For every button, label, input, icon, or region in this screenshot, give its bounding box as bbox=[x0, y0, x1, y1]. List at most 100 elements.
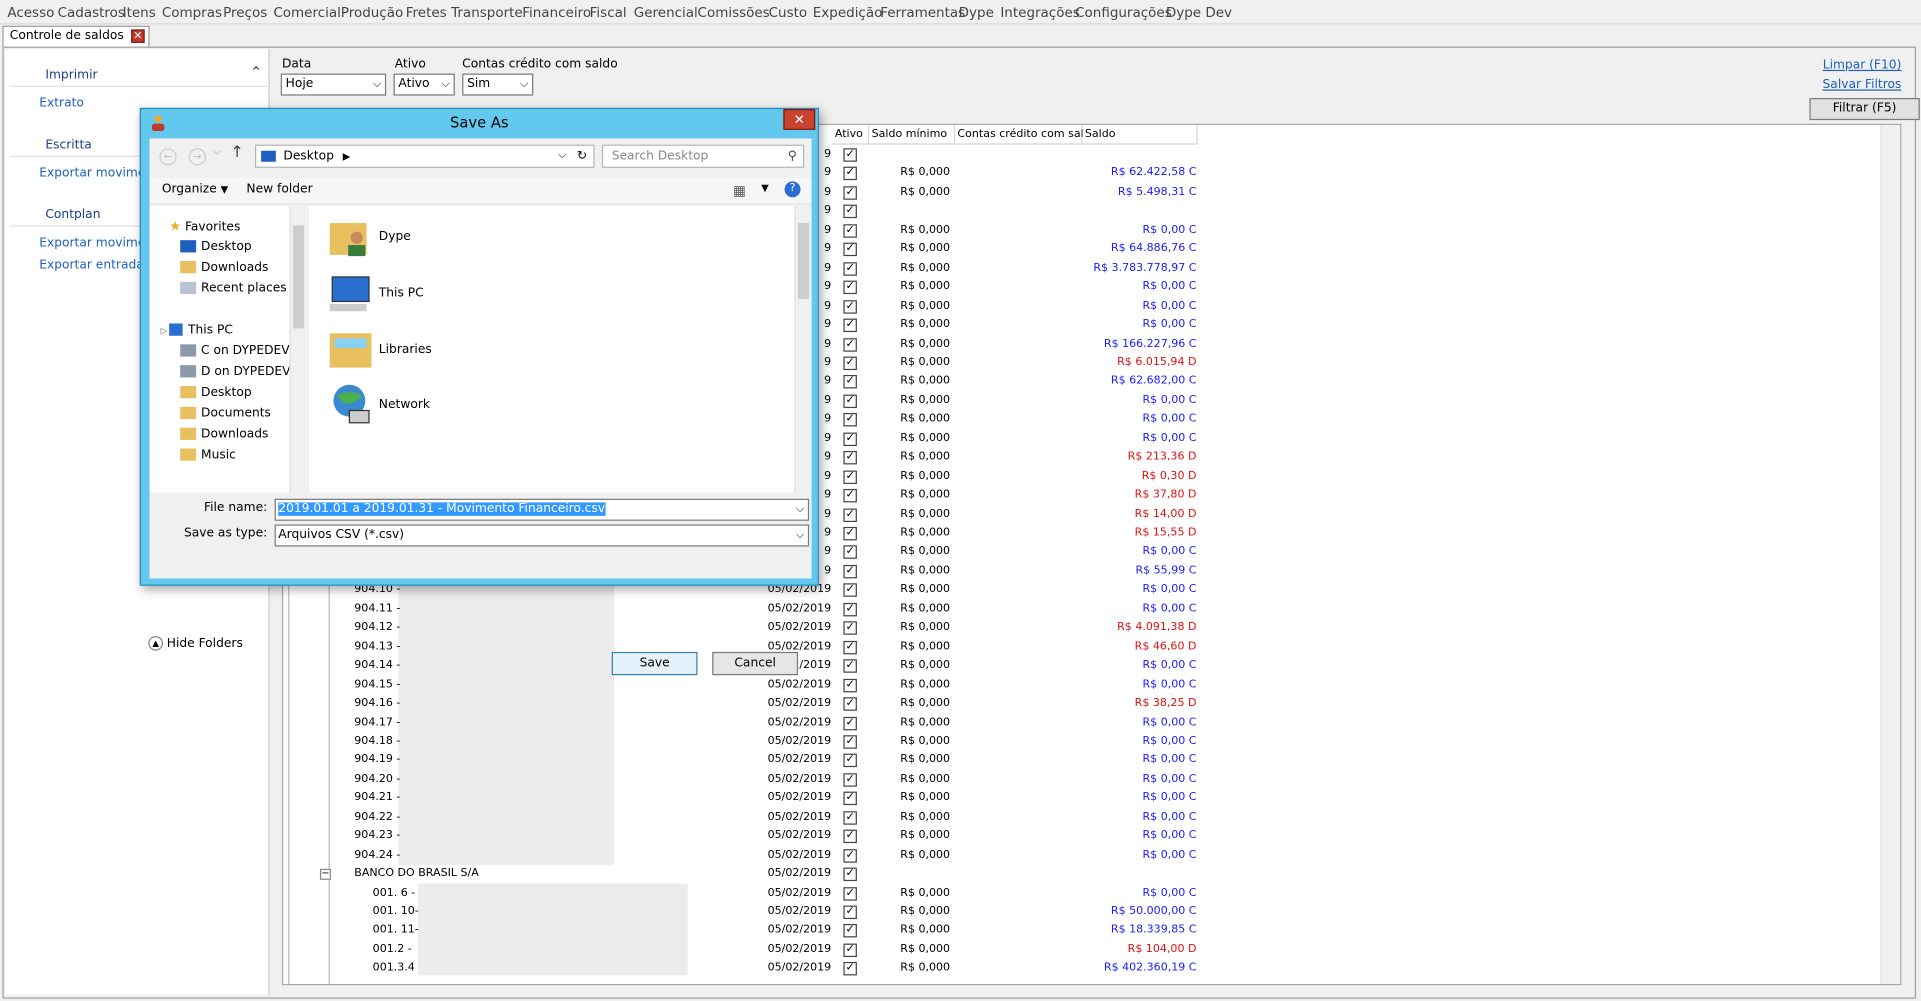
nav-downloads[interactable]: Downloads bbox=[180, 261, 268, 274]
ativo-checkbox[interactable]: ✓ bbox=[843, 318, 857, 333]
close-icon[interactable]: ✕ bbox=[131, 29, 145, 43]
table-row[interactable]: 001. 11- 05/02/2019 ✓ R$ 0,000 R$ 18.339,85 … bbox=[283, 922, 1900, 940]
collapse-icon[interactable]: − bbox=[319, 868, 331, 880]
recent-locations-chevron-icon[interactable]: ⌵ bbox=[213, 146, 220, 158]
ativo-checkbox[interactable]: ✓ bbox=[843, 223, 857, 238]
hide-folders-button[interactable]: ▲ Hide Folders bbox=[148, 635, 243, 651]
salvar-filtros-link[interactable]: Salvar Filtros bbox=[1823, 78, 1902, 91]
menu-item-5[interactable]: Comercial bbox=[273, 5, 341, 21]
menu-item-1[interactable]: Cadastros bbox=[58, 5, 125, 21]
help-icon[interactable]: ? bbox=[784, 181, 801, 198]
ativo-checkbox[interactable]: ✓ bbox=[843, 470, 857, 484]
nav-music[interactable]: Music bbox=[180, 448, 236, 462]
ativo-checkbox[interactable]: ✓ bbox=[843, 356, 857, 370]
close-icon[interactable]: ✕ bbox=[783, 109, 816, 130]
ativo-checkbox[interactable]: ✓ bbox=[843, 621, 857, 636]
table-row[interactable]: 904.15 - 05/02/2019 ✓ R$ 0,000 R$ 0,00 C bbox=[283, 676, 1900, 694]
forward-arrow-icon[interactable]: → bbox=[188, 148, 206, 166]
chevron-down-icon[interactable]: ⌵ bbox=[558, 146, 566, 167]
table-row[interactable]: 904.24 - 05/02/2019 ✓ R$ 0,000 R$ 0,00 C bbox=[283, 846, 1900, 864]
organize-button[interactable]: Organize ▼ bbox=[162, 183, 228, 196]
ativo-checkbox[interactable]: ✓ bbox=[843, 489, 857, 503]
table-row[interactable]: BANCO DO BRASIL S/A − 05/02/2019 ✓ bbox=[283, 865, 1900, 883]
ativo-checkbox[interactable]: ✓ bbox=[843, 678, 857, 692]
scroll-thumb[interactable] bbox=[292, 225, 305, 329]
menu-item-6[interactable]: Produção bbox=[341, 5, 403, 21]
table-row[interactable]: 904.23 - 05/02/2019 ✓ R$ 0,000 R$ 0,00 C bbox=[283, 827, 1900, 845]
menu-item-3[interactable]: Compras bbox=[162, 5, 222, 21]
ativo-checkbox[interactable]: ✓ bbox=[843, 848, 857, 863]
menu-item-4[interactable]: Preços bbox=[223, 5, 267, 21]
menu-item-7[interactable]: Fretes bbox=[406, 5, 447, 21]
ativo-checkbox[interactable]: ✓ bbox=[843, 867, 857, 882]
ativo-checkbox[interactable]: ✓ bbox=[843, 962, 857, 976]
menu-item-19[interactable]: Dype Dev bbox=[1166, 5, 1232, 21]
ativo-checkbox[interactable]: ✓ bbox=[843, 943, 857, 957]
table-row[interactable]: 904.17 - 05/02/2019 ✓ R$ 0,000 R$ 0,00 C bbox=[283, 714, 1900, 732]
col-ativo[interactable]: Ativo bbox=[832, 124, 870, 145]
nav-drive-c[interactable]: C on DYPEDEV23 bbox=[180, 344, 305, 358]
tab-controle-de-saldos[interactable]: Controle de saldos ✕ bbox=[2, 25, 150, 47]
search-icon[interactable]: ⚲ bbox=[788, 146, 797, 167]
table-row[interactable]: 904.13 -05/02/2019 ✓ R$ 0,000 R$ 46,60 D bbox=[283, 638, 1900, 656]
ativo-checkbox[interactable]: ✓ bbox=[843, 697, 857, 711]
ativo-checkbox[interactable]: ✓ bbox=[843, 261, 857, 276]
scroll-thumb[interactable] bbox=[798, 223, 810, 299]
link-exportar-movimento-contplan[interactable]: Exportar movimento bbox=[39, 237, 142, 250]
files-pane-scrollbar[interactable] bbox=[794, 205, 812, 493]
table-row[interactable]: 904.11 - 05/02/2019 ✓ R$ 0,000 R$ 0,00 C bbox=[283, 600, 1900, 618]
ativo-checkbox[interactable]: ✓ bbox=[843, 716, 857, 730]
ativo-checkbox[interactable]: ✓ bbox=[843, 754, 857, 768]
file-name-input[interactable]: 2019.01.01 a 2019.01.31 - Movimento Fina… bbox=[274, 498, 810, 521]
ativo-checkbox[interactable]: ✓ bbox=[843, 791, 857, 806]
ativo-checkbox[interactable]: ✓ bbox=[843, 413, 857, 427]
ativo-checkbox[interactable]: ✓ bbox=[843, 583, 857, 598]
refresh-icon[interactable]: ↻ bbox=[577, 146, 587, 167]
up-arrow-icon[interactable]: ↑ bbox=[230, 143, 243, 161]
link-exportar-entradas[interactable]: Exportar entradas a bbox=[39, 259, 142, 272]
chevron-down-icon[interactable]: ▼ bbox=[761, 183, 769, 194]
nav-this-pc[interactable]: ▷ This PC bbox=[161, 323, 233, 337]
menu-item-13[interactable]: Custo bbox=[769, 5, 808, 21]
menu-item-0[interactable]: Acesso bbox=[7, 5, 54, 21]
contas-select[interactable]: Sim ⌵ bbox=[462, 73, 534, 96]
data-select[interactable]: Hoje ⌵ bbox=[280, 73, 387, 96]
table-row[interactable]: 001.3.4 05/02/2019 ✓ R$ 0,000 R$ 402.360,19 … bbox=[283, 960, 1900, 978]
ativo-checkbox[interactable]: ✓ bbox=[843, 205, 857, 219]
link-exportar-movimento-escritta[interactable]: Exportar movimento bbox=[39, 167, 142, 180]
ativo-checkbox[interactable]: ✓ bbox=[843, 507, 857, 522]
search-input[interactable]: Search Desktop ⚲ bbox=[601, 144, 805, 168]
menu-item-9[interactable]: Financeiro bbox=[522, 5, 591, 21]
chevron-down-icon[interactable]: ⌵ bbox=[796, 500, 804, 520]
col-saldo[interactable]: Saldo bbox=[1082, 124, 1198, 145]
table-row[interactable]: 904.14 -05/02/2019 ✓ R$ 0,000 R$ 0,00 C bbox=[283, 657, 1900, 675]
back-arrow-icon[interactable]: ← bbox=[159, 148, 177, 166]
chevron-right-icon[interactable]: ▷ bbox=[161, 326, 168, 336]
table-row[interactable]: 001.2 - 05/02/2019 ✓ R$ 0,000 R$ 104,00 D bbox=[283, 941, 1900, 959]
ativo-checkbox[interactable]: ✓ bbox=[843, 432, 857, 446]
ativo-checkbox[interactable]: ✓ bbox=[843, 337, 857, 352]
nav-recent-places[interactable]: Recent places bbox=[180, 281, 287, 295]
group-imprimir[interactable]: Imprimir ⌃ bbox=[15, 64, 268, 86]
table-row[interactable]: 904.12 - 05/02/2019 ✓ R$ 0,000 R$ 4.091,38 D bbox=[283, 619, 1900, 637]
menu-item-2[interactable]: Itens bbox=[123, 5, 156, 21]
menu-item-11[interactable]: Gerencial bbox=[634, 5, 698, 21]
ativo-checkbox[interactable]: ✓ bbox=[843, 394, 857, 408]
ativo-checkbox[interactable]: ✓ bbox=[843, 886, 857, 901]
table-row[interactable]: 904.19 - 05/02/2019 ✓ R$ 0,000 R$ 0,00 C bbox=[283, 752, 1900, 770]
ativo-checkbox[interactable]: ✓ bbox=[843, 186, 857, 200]
nav-documents[interactable]: Documents bbox=[180, 406, 271, 420]
ativo-checkbox[interactable]: ✓ bbox=[843, 829, 857, 844]
ativo-checkbox[interactable]: ✓ bbox=[843, 526, 857, 541]
ativo-checkbox[interactable]: ✓ bbox=[843, 545, 857, 560]
ativo-checkbox[interactable]: ✓ bbox=[843, 924, 857, 938]
menu-item-14[interactable]: Expedição bbox=[813, 5, 883, 21]
col-contas-credito[interactable]: Contas crédito com saldo bbox=[954, 124, 1097, 145]
table-row[interactable]: 904.20 - 05/02/2019 ✓ R$ 0,000 R$ 0,00 C bbox=[283, 771, 1900, 789]
table-row[interactable]: 904.18 - 05/02/2019 ✓ R$ 0,000 R$ 0,00 C bbox=[283, 733, 1900, 751]
ativo-checkbox[interactable]: ✓ bbox=[843, 451, 857, 465]
ativo-checkbox[interactable]: ✓ bbox=[843, 905, 857, 920]
ativo-checkbox[interactable]: ✓ bbox=[843, 564, 857, 579]
cancel-button[interactable]: Cancel bbox=[712, 651, 799, 676]
ativo-checkbox[interactable]: ✓ bbox=[843, 148, 857, 162]
